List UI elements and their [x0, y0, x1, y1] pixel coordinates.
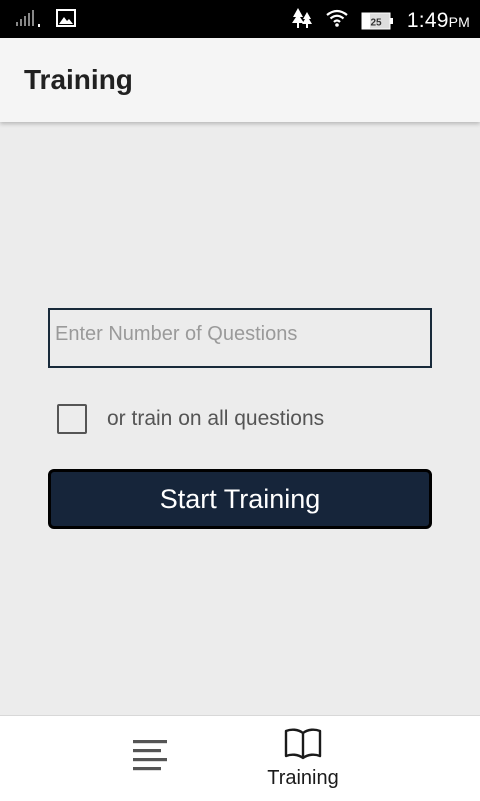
start-training-button[interactable]: Start Training [48, 469, 432, 529]
question-count-input[interactable] [48, 308, 432, 368]
status-bar: 25 1:49PM [0, 0, 480, 38]
status-left [16, 8, 76, 33]
signal-icon [16, 8, 42, 33]
tree-notification-icon [291, 6, 313, 35]
all-questions-checkbox[interactable] [57, 404, 87, 434]
book-icon [284, 727, 322, 765]
page-title: Training [24, 64, 133, 95]
training-form: or train on all questions Start Training [0, 122, 480, 715]
status-right: 25 1:49PM [291, 6, 470, 35]
menu-icon [132, 738, 170, 779]
bottom-nav: Training [0, 715, 480, 801]
wifi-icon [325, 8, 349, 33]
battery-level: 25 [370, 17, 382, 28]
all-questions-label: or train on all questions [107, 407, 325, 430]
image-notification-icon [56, 9, 76, 32]
battery-icon: 25 [361, 11, 395, 31]
app-bar: Training [0, 38, 480, 122]
nav-menu[interactable] [111, 716, 191, 801]
status-time: 1:49PM [406, 8, 470, 32]
nav-training-label: Training [267, 766, 339, 789]
all-questions-row[interactable]: or train on all questions [57, 404, 324, 434]
nav-training[interactable]: Training [253, 716, 353, 801]
